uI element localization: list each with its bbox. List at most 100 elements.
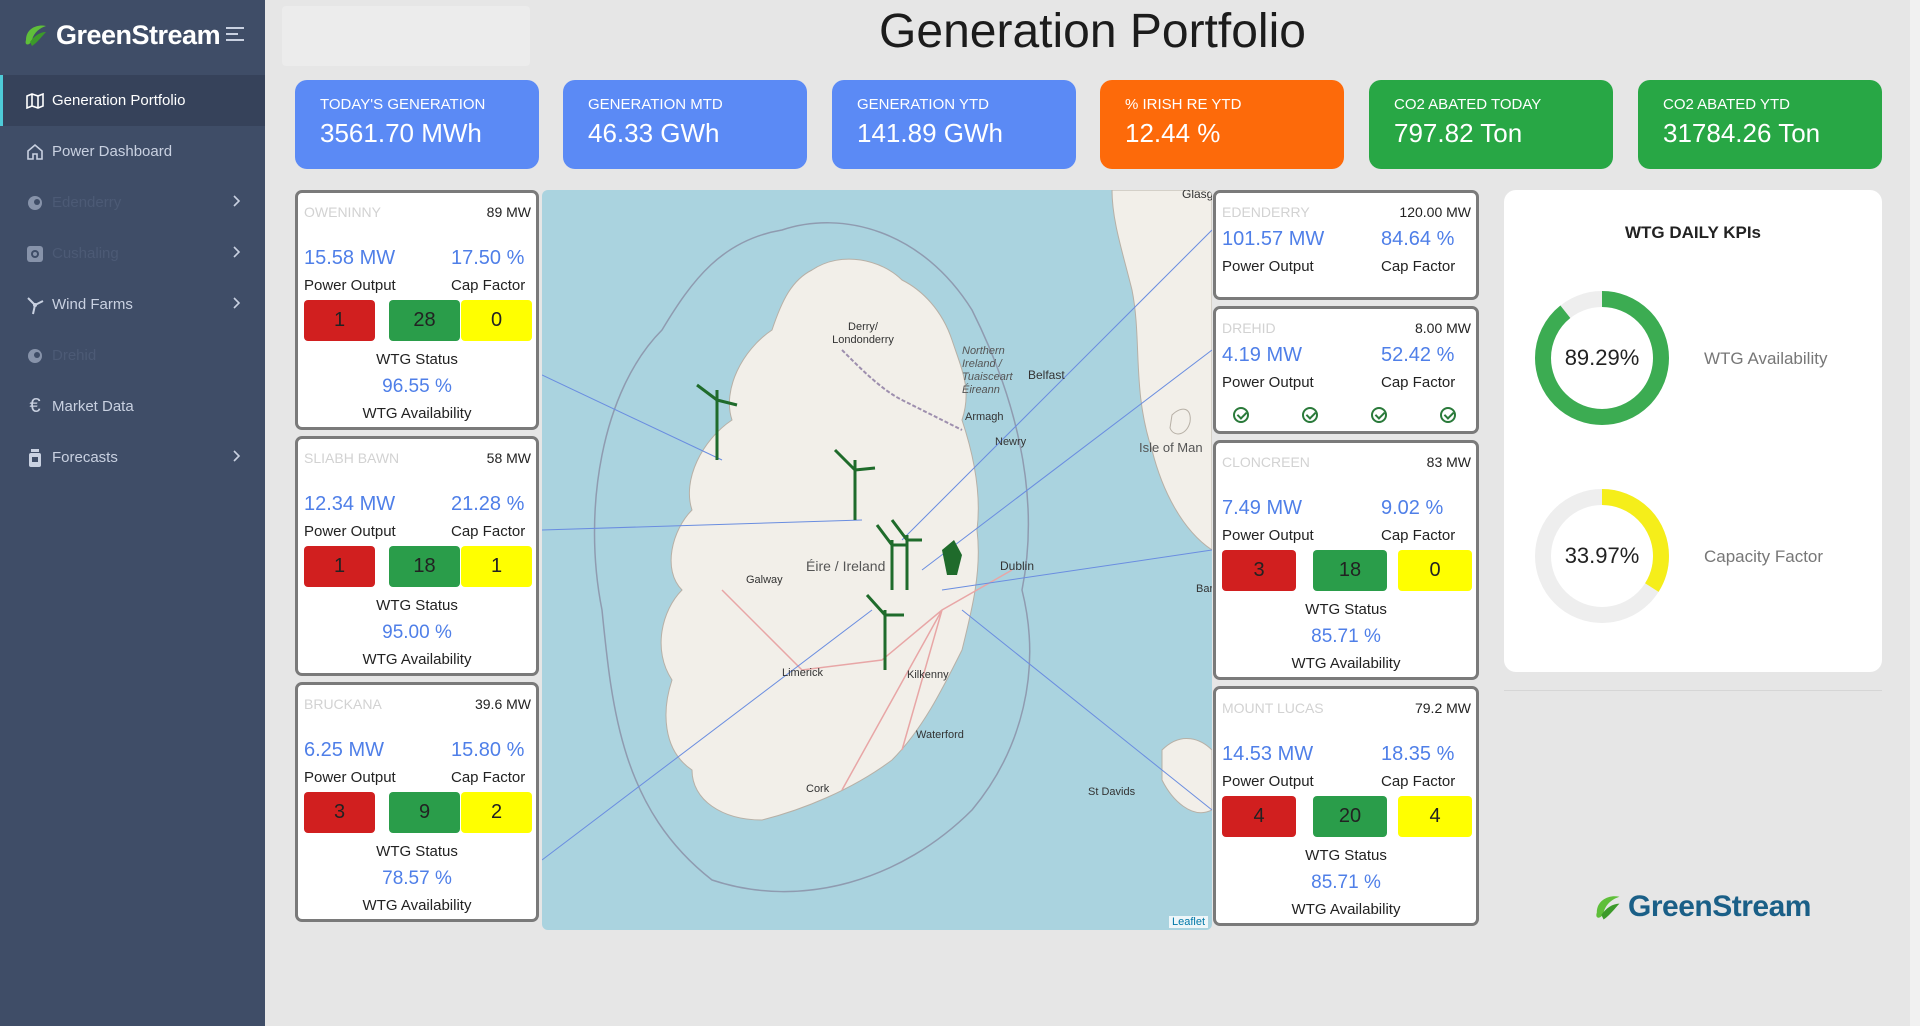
wtg-status-running: 18 [389,546,460,587]
map-place-galway: Galway [746,574,783,586]
wtg-availability-label: WTG Availability [362,651,472,668]
plant-card-drehid[interactable]: DREHID 8.00 MW 4.19 MW 52.42 % Power Out… [1213,306,1479,434]
ireland-map[interactable]: Glasg Derry/ Londonderry Northern Irelan… [542,190,1212,930]
map-place-newry: Newry [995,436,1027,448]
sidebar-item-edenderry[interactable]: Edenderry [0,177,265,228]
sidebar-item-cushaling[interactable]: Cushaling [0,228,265,279]
cap-factor-value: 84.64 % [1381,228,1455,250]
divider [1504,690,1882,691]
cap-factor-value: 21.28 % [451,493,525,515]
kpi-value: 797.82 Ton [1394,118,1523,148]
wtg-status-stopped: 1 [304,300,375,341]
plant-card-edenderry[interactable]: EDENDERRY 120.00 MW 101.57 MW 84.64 % Po… [1213,190,1479,300]
wtg-status-stopped: 4 [1222,796,1296,837]
capacity-factor-label: Capacity Factor [1704,547,1824,566]
power-output-label: Power Output [1222,258,1314,275]
sidebar-item-drehid[interactable]: Drehid [0,330,265,381]
wtg-availability-label: WTG Availability [362,897,472,914]
kpi-todays-generation: TODAY'S GENERATION 3561.70 MWh [295,80,539,169]
menu-toggle-icon[interactable] [226,27,244,45]
check-circle-icon [1371,407,1387,423]
map-place-northern-ireland: Northern Ireland / Tuaisceart Éireann [962,345,1013,396]
wtg-status-warning: 1 [461,546,532,587]
availability-value: 89.29% [1564,345,1640,370]
wtg-status-label: WTG Status [1305,847,1387,864]
kpi-generation-mtd: GENERATION MTD 46.33 GWh [563,80,807,169]
farm-capacity: 39.6 MW [474,696,531,712]
sidebar-item-label: Cushaling [52,245,119,262]
map-place-dublin: Dublin [1000,559,1035,573]
map-attribution-link[interactable]: Leaflet [1168,916,1208,928]
sidebar-item-wind-farms[interactable]: Wind Farms [0,279,265,330]
sidebar-item-label: Power Dashboard [52,143,173,160]
wtg-availability-value: 95.00 % [382,622,452,643]
plant-capacity: 8.00 MW [1414,320,1471,336]
wtg-status-warning: 2 [461,792,532,833]
farm-name: BRUCKANA [304,696,382,712]
wtg-status-running: 28 [389,300,460,341]
kpi-label: CO2 ABATED TODAY [1394,96,1542,113]
wtg-status-warning: 4 [1398,796,1472,837]
cap-factor-value: 17.50 % [451,247,525,269]
plant-icon [24,345,46,367]
kpi-label: % IRISH RE YTD [1125,96,1242,113]
farm-card-mount-lucas[interactable]: MOUNT LUCAS 79.2 MW 14.53 MW 18.35 % Pow… [1213,686,1479,926]
plant-capacity: 120.00 MW [1399,204,1471,220]
farm-card-cloncreen[interactable]: CLONCREEN 83 MW 7.49 MW 9.02 % Power Out… [1213,440,1479,680]
wtg-status-stopped: 3 [1222,550,1296,591]
farm-card-sliabh-bawn[interactable]: SLIABH BAWN 58 MW 12.34 MW 21.28 % Power… [295,436,539,676]
cap-factor-value: 52.42 % [1381,344,1455,366]
map-place-st-davids: St Davids [1088,786,1136,798]
sidebar-item-market-data[interactable]: € Market Data [0,381,265,432]
map-icon [24,90,46,112]
wtg-availability-label: WTG Availability [1291,901,1401,918]
sidebar-nav: Generation Portfolio Power Dashboard Ede… [0,75,265,483]
map-place-bar: Bar [1196,583,1212,595]
kpi-co2-abated-ytd: CO2 ABATED YTD 31784.26 Ton [1638,80,1882,169]
cap-factor-value: 15.80 % [451,739,525,761]
kpi-irish-re-ytd: % IRISH RE YTD 12.44 % [1100,80,1344,169]
wtg-availability-value: 78.57 % [382,868,452,889]
sidebar-item-label: Generation Portfolio [52,92,186,109]
farm-card-oweninny[interactable]: OWENINNY 89 MW 15.58 MW 17.50 % Power Ou… [295,190,539,430]
wtg-status-label: WTG Status [376,351,458,368]
capacity-factor-value: 33.97% [1564,543,1640,568]
kpi-generation-ytd: GENERATION YTD 141.89 GWh [832,80,1076,169]
map-place-derry: Derry/ Londonderry [832,321,894,346]
page-title-container: Generation Portfolio [265,4,1920,59]
sidebar-item-power-dashboard[interactable]: Power Dashboard [0,126,265,177]
greenstream-logo-icon [25,25,46,46]
sidebar-item-generation-portfolio[interactable]: Generation Portfolio [0,75,265,126]
map-place-limerick: Limerick [782,667,823,679]
cap-factor-label: Cap Factor [1381,374,1456,391]
footer-brand-logo: GreenStream [1590,890,1811,924]
chevron-right-icon [233,194,241,211]
kpi-value: 46.33 GWh [588,118,720,148]
wtg-status-running: 20 [1313,796,1387,837]
map-place-ireland: Éire / Ireland [806,558,886,574]
farm-capacity: 89 MW [486,204,531,220]
farm-name: OWENINNY [304,204,381,220]
map-place-belfast: Belfast [1028,368,1065,382]
cap-factor-label: Cap Factor [1381,258,1456,275]
check-circle-icon [1233,407,1249,423]
cap-factor-label: Cap Factor [1381,527,1456,544]
cap-factor-label: Cap Factor [451,523,526,540]
plant-icon [24,192,46,214]
wtg-availability-value: 85.71 % [1311,872,1381,893]
kpi-label: GENERATION YTD [857,96,989,113]
sidebar-item-label: Wind Farms [52,296,133,313]
chevron-right-icon [233,296,241,313]
farm-name: MOUNT LUCAS [1222,700,1324,716]
sidebar-item-label: Edenderry [52,194,122,211]
farm-card-bruckana[interactable]: BRUCKANA 39.6 MW 6.25 MW 15.80 % Power O… [295,682,539,922]
page-title: Generation Portfolio [879,5,1306,58]
home-icon [24,141,46,163]
map-place-kilkenny: Kilkenny [907,669,949,681]
cap-factor-label: Cap Factor [451,277,526,294]
sidebar-item-forecasts[interactable]: Forecasts [0,432,265,483]
euro-icon: € [29,395,41,417]
kpi-value: 141.89 GWh [857,118,1003,148]
panel-title: WTG DAILY KPIs [1624,223,1762,242]
page-scrollbar[interactable] [1910,0,1920,1026]
